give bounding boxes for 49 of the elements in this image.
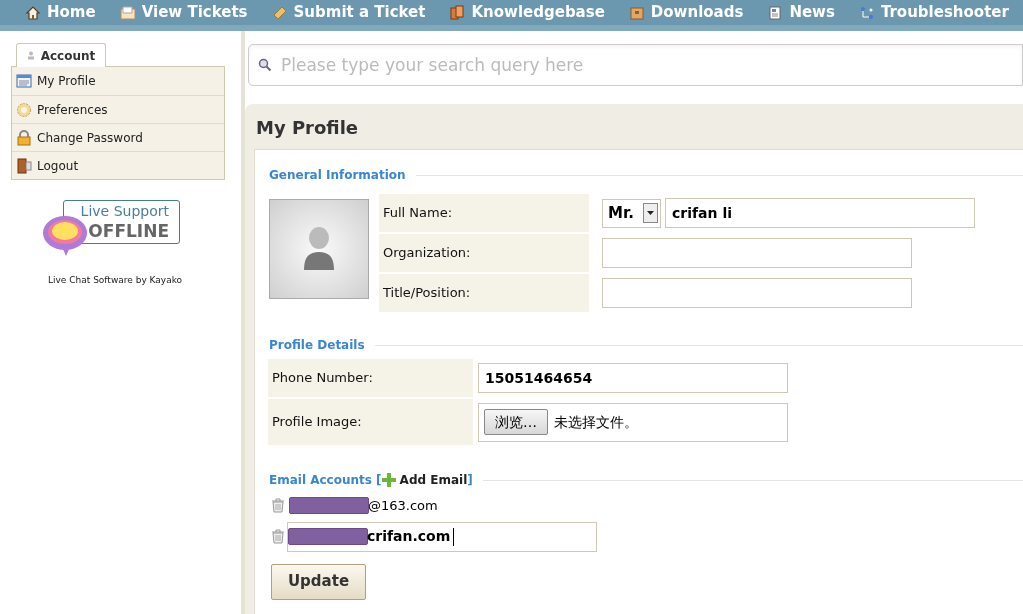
input-field[interactable]: [602, 238, 912, 268]
section-heading: Profile Details: [269, 337, 365, 354]
account-tab[interactable]: Account: [16, 43, 106, 67]
credit-text: Live Chat Software by Kayako: [48, 274, 184, 287]
house-icon: [25, 4, 41, 21]
user-silhouette-icon: [303, 226, 335, 272]
email-address: @163.com: [289, 496, 438, 516]
trash-icon[interactable]: [271, 498, 285, 514]
live-support-title: Live Support: [80, 202, 169, 221]
status-text: OFFLINE: [88, 221, 169, 241]
caret-icon: [647, 211, 654, 215]
full-name-field[interactable]: crifan li: [665, 198, 975, 228]
section-heading: General Information: [269, 167, 406, 184]
field-label: Title/Position:: [379, 274, 589, 312]
add-email-link[interactable]: Add Email: [381, 471, 468, 489]
padlock-icon: [16, 129, 32, 146]
sidebar-item[interactable]: My Profile: [12, 67, 224, 95]
gear-icon: [16, 101, 32, 118]
bracket-text: ]: [467, 472, 473, 489]
search-icon: [258, 58, 272, 72]
no-file-text: 未选择文件。: [554, 412, 638, 432]
box-icon: [628, 4, 645, 21]
field-label: Profile Image:: [268, 399, 473, 445]
ticket-icon: [271, 4, 288, 21]
envelope-icon: [119, 4, 136, 21]
plus-icon: [381, 473, 396, 487]
file-input-field[interactable]: 浏览… 未选择文件。: [478, 402, 788, 442]
section-heading: Email Accounts [: [269, 472, 382, 489]
search-field[interactable]: Please type your search query here: [248, 44, 1023, 86]
newspaper-icon: [767, 4, 784, 21]
field-label: Phone Number:: [268, 359, 473, 397]
door-icon: [16, 157, 32, 174]
nodes-icon: [858, 4, 875, 21]
browse-button[interactable]: 浏览…: [484, 409, 548, 435]
field-label: Full Name:: [379, 194, 589, 232]
field-label: Organization:: [379, 234, 589, 272]
sidebar-item[interactable]: Change Password: [12, 123, 224, 151]
trash-icon[interactable]: [271, 529, 285, 544]
speech-bubble-icon: [42, 215, 88, 257]
phone-field[interactable]: 15051464654: [478, 363, 788, 393]
books-icon: [449, 4, 466, 21]
sidebar-item[interactable]: Preferences: [12, 95, 224, 123]
update-button[interactable]: Update: [271, 563, 366, 600]
sidebar-item[interactable]: Logout: [12, 151, 224, 179]
page-title: My Profile: [255, 116, 360, 140]
id-card-icon: [16, 74, 32, 88]
input-field[interactable]: [602, 278, 912, 308]
user-icon: [26, 51, 35, 60]
salutation-dropdown[interactable]: Mr.: [602, 198, 661, 228]
